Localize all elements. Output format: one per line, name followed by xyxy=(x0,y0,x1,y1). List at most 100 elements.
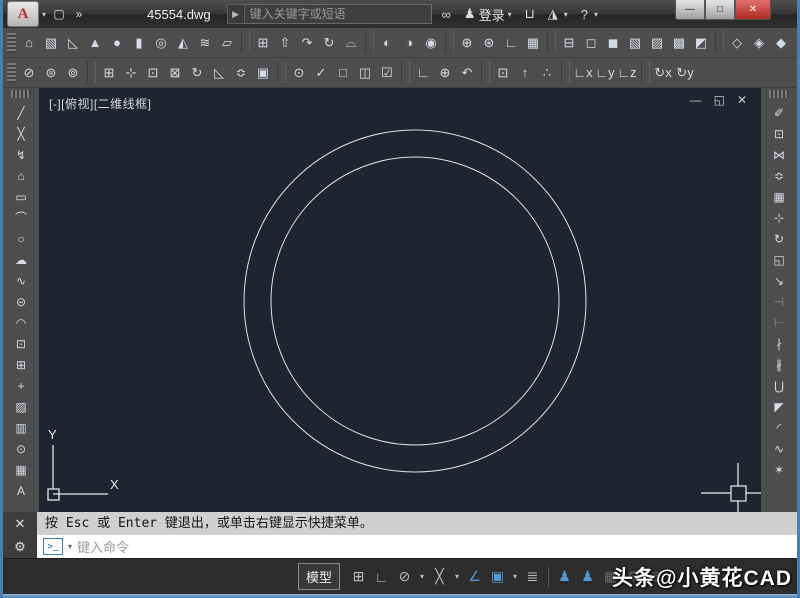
command-input-placeholder[interactable]: 键入命令 xyxy=(77,537,129,556)
ucs-y-button[interactable]: ∟y xyxy=(594,61,616,85)
exchange-apps-button[interactable]: ◮ xyxy=(548,6,561,22)
sign-in-dropdown-icon[interactable]: ▾ xyxy=(508,10,512,19)
command-close-icon[interactable]: ✕ xyxy=(15,516,26,532)
application-menu-dropdown-icon[interactable]: ▾ xyxy=(42,10,46,19)
help-button[interactable]: ? xyxy=(581,7,591,22)
ellipse-button[interactable]: ⊝ xyxy=(8,291,34,312)
toolbar-grip[interactable] xyxy=(7,32,16,53)
arc-button[interactable]: ⌒ xyxy=(8,207,34,228)
help-dropdown-icon[interactable]: ▾ xyxy=(594,10,598,19)
extrude-button[interactable]: ⊞ xyxy=(252,31,274,55)
polar-tracking-toggle[interactable]: ⊘ xyxy=(393,565,416,589)
snap-mode-toggle[interactable]: ⊞ xyxy=(347,565,370,589)
qat-expand-button[interactable]: » xyxy=(69,4,89,24)
offset-faces-button[interactable]: ≎ xyxy=(230,61,252,85)
stretch-button[interactable]: ↘ xyxy=(766,270,792,291)
construction-line-button[interactable]: ╳ xyxy=(8,123,34,144)
break-at-point-button[interactable]: ∤ xyxy=(766,333,792,354)
object-snap-tracking-toggle[interactable]: ∠ xyxy=(463,565,486,589)
check-button[interactable]: ☑ xyxy=(376,61,398,85)
polar-tracking-dropdown[interactable]: ▾ xyxy=(416,565,428,589)
torus-button[interactable]: ◎ xyxy=(150,31,172,55)
intersect-button[interactable]: ◉ xyxy=(420,31,442,55)
scale-button[interactable]: ◱ xyxy=(766,249,792,270)
line-button[interactable]: ╱ xyxy=(8,102,34,123)
ucs-rotate-x-button[interactable]: ↻x xyxy=(652,61,674,85)
ucs-button[interactable]: ∟ xyxy=(412,61,434,85)
cone-button[interactable]: ▲ xyxy=(84,31,106,55)
command-input-row[interactable]: >_ ▾ 键入命令 xyxy=(37,535,797,558)
multiline-text-button[interactable]: A xyxy=(8,480,34,501)
array-button[interactable]: ▦ xyxy=(766,186,792,207)
live-section-button[interactable]: ⊜ xyxy=(40,61,62,85)
trim-button[interactable]: ⊣ xyxy=(766,291,792,312)
visual-style-conceptual-button[interactable]: ▩ xyxy=(668,31,690,55)
toolbar-grip[interactable] xyxy=(7,62,16,83)
hatch-button[interactable]: ▨ xyxy=(8,396,34,417)
blend-curves-button[interactable]: ∿ xyxy=(766,438,792,459)
loft-button[interactable]: ⌓ xyxy=(340,31,362,55)
extrude-faces-button[interactable]: ⊞ xyxy=(98,61,120,85)
rotate-faces-button[interactable]: ↻ xyxy=(186,61,208,85)
mirror-button[interactable]: ⋈ xyxy=(766,144,792,165)
ucs-3point-button[interactable]: ∴ xyxy=(536,61,558,85)
subtract-button[interactable]: ◑ xyxy=(398,31,420,55)
smooth-less-button[interactable]: ◆ xyxy=(770,31,792,55)
spline-button[interactable]: ∿ xyxy=(8,270,34,291)
copy-button[interactable]: ⊡ xyxy=(766,123,792,144)
command-prompt-icon[interactable]: >_ xyxy=(43,538,63,555)
visual-style-shaded-button[interactable]: ◩ xyxy=(690,31,712,55)
union-button[interactable]: ◐ xyxy=(376,31,398,55)
drawing-canvas[interactable]: [-][俯视][二维线框] — ◱ ✕ Y X xyxy=(39,88,761,512)
ucs-x-button[interactable]: ∟x xyxy=(572,61,594,85)
explode-button[interactable]: ✶ xyxy=(766,459,792,480)
search-go-button[interactable]: ▶ xyxy=(226,4,245,24)
generate-section-button[interactable]: ⊚ xyxy=(62,61,84,85)
view-manager-button[interactable]: ⊟ xyxy=(558,31,580,55)
constrained-orbit-button[interactable]: ⊕ xyxy=(456,31,478,55)
extend-button[interactable]: ⊢ xyxy=(766,312,792,333)
planar-surface-button[interactable]: ▱ xyxy=(216,31,238,55)
imprint-button[interactable]: ⊙ xyxy=(288,61,310,85)
polysolid-button[interactable]: ⌂ xyxy=(18,31,40,55)
maximize-button[interactable]: □ xyxy=(705,0,735,20)
toolbar-grip[interactable] xyxy=(11,90,31,98)
application-menu-button[interactable]: A xyxy=(7,1,39,27)
shell-button[interactable]: □ xyxy=(332,61,354,85)
join-button[interactable]: ⋃ xyxy=(766,375,792,396)
infocenter-search-input[interactable] xyxy=(244,4,432,24)
make-block-button[interactable]: ⊞ xyxy=(8,354,34,375)
ucs-zaxis-button[interactable]: ↑ xyxy=(514,61,536,85)
circle-button[interactable]: ○ xyxy=(8,228,34,249)
helix-button[interactable]: ≋ xyxy=(194,31,216,55)
revolve-button[interactable]: ↻ xyxy=(318,31,340,55)
move-button[interactable]: ⊹ xyxy=(766,207,792,228)
object-snap-dropdown[interactable]: ▾ xyxy=(509,565,521,589)
rectangle-button[interactable]: ▭ xyxy=(8,186,34,207)
polyline-button[interactable]: ↯ xyxy=(8,144,34,165)
ucs-previous-button[interactable]: ↶ xyxy=(456,61,478,85)
pyramid-button[interactable]: ◭ xyxy=(172,31,194,55)
delete-faces-button[interactable]: ⊠ xyxy=(164,61,186,85)
isodraft-toggle[interactable]: ╳ xyxy=(428,565,451,589)
visual-style-realistic-button[interactable]: ▨ xyxy=(646,31,668,55)
ucs-world-button[interactable]: ⊕ xyxy=(434,61,456,85)
qat-new-file-button[interactable]: ▢ xyxy=(49,4,69,24)
gradient-button[interactable]: ▥ xyxy=(8,417,34,438)
insert-block-button[interactable]: ⊡ xyxy=(8,333,34,354)
visual-style-wireframe-button[interactable]: ◼ xyxy=(602,31,624,55)
toolbar-grip[interactable] xyxy=(769,90,789,98)
erase-button[interactable]: ✐ xyxy=(766,102,792,123)
taper-faces-button[interactable]: ◺ xyxy=(208,61,230,85)
isodraft-dropdown[interactable]: ▾ xyxy=(451,565,463,589)
polygon-button[interactable]: ⌂ xyxy=(8,165,34,186)
ucs-z-button[interactable]: ∟z xyxy=(616,61,638,85)
visual-style-2dwireframe-button[interactable]: ◻ xyxy=(580,31,602,55)
ucs-rotate-y-button[interactable]: ↻y xyxy=(674,61,696,85)
sweep-button[interactable]: ↷ xyxy=(296,31,318,55)
circle-entity-outer[interactable] xyxy=(243,129,587,473)
offset-button[interactable]: ≎ xyxy=(766,165,792,186)
smooth-more-button[interactable]: ◈ xyxy=(748,31,770,55)
ucs-origin-button[interactable]: ⊡ xyxy=(492,61,514,85)
chamfer-button[interactable]: ◤ xyxy=(766,396,792,417)
